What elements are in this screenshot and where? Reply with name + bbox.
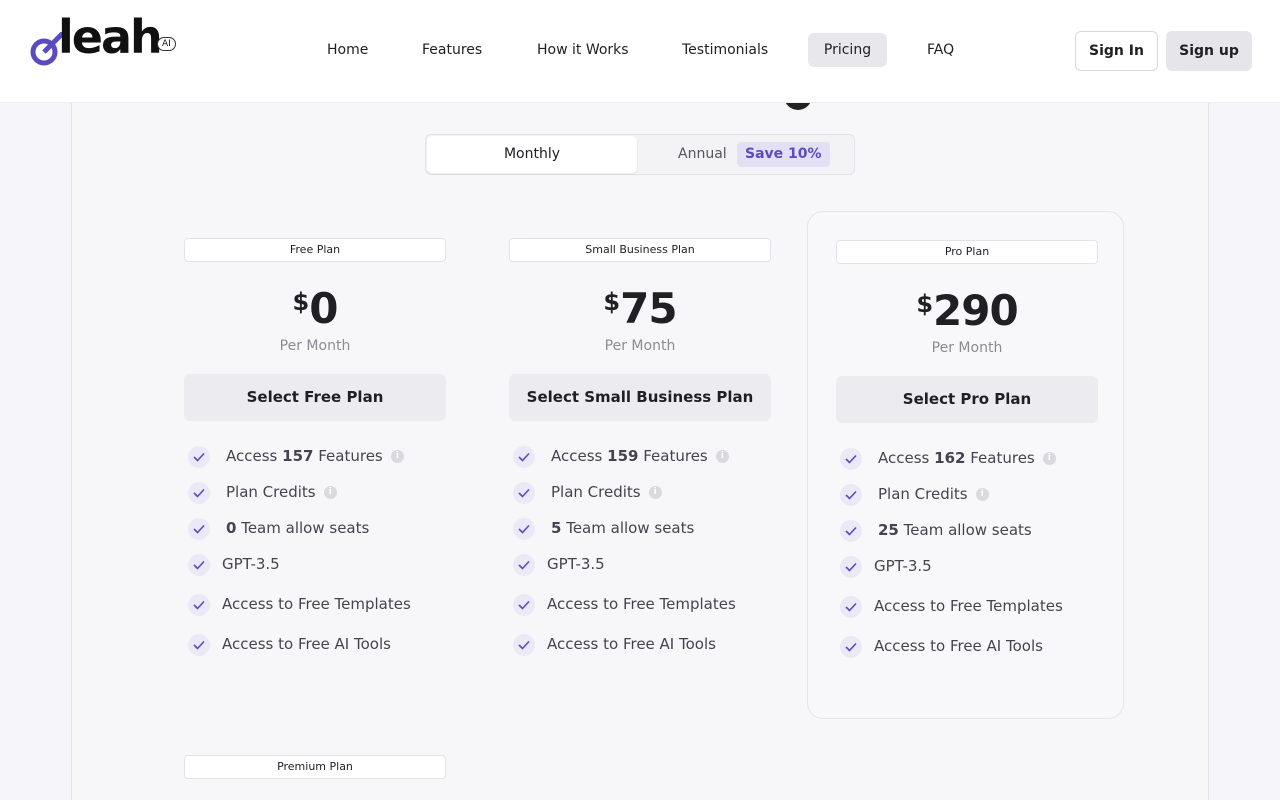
plan-price: $290 — [836, 286, 1098, 335]
nav-how-it-works[interactable]: How it Works — [522, 33, 644, 67]
feature-text: Features — [643, 447, 708, 465]
feature-text: GPT-3.5 — [547, 555, 605, 573]
check-icon — [840, 448, 862, 470]
price-amount: 0 — [309, 284, 338, 333]
price-currency: $ — [916, 290, 934, 318]
feature-text: Team allow seats — [241, 519, 370, 537]
plan-card-small-business: Small Business Plan $75 Per Month Select… — [509, 238, 771, 668]
logo-text: leah — [58, 10, 163, 64]
plan-tag: Small Business Plan — [509, 238, 771, 262]
feature-text: Team allow seats — [903, 521, 1032, 539]
feature-count: 157 — [282, 447, 314, 465]
check-icon — [188, 446, 210, 468]
select-free-plan-button[interactable]: Select Free Plan — [184, 374, 446, 421]
check-icon — [513, 482, 535, 504]
check-icon — [513, 594, 535, 616]
info-icon[interactable]: i — [975, 488, 989, 501]
feature-text: Access to Free AI Tools — [547, 635, 716, 653]
feature-text: Team allow seats — [566, 519, 695, 537]
feature-text: Access to Free AI Tools — [222, 635, 391, 653]
plan-price: $75 — [509, 284, 771, 333]
feature-text: Access to Free AI Tools — [874, 637, 1043, 655]
check-icon — [840, 636, 862, 658]
site-header: leah AI Home Features How it Works Testi… — [0, 0, 1280, 102]
sign-up-button[interactable]: Sign up — [1166, 31, 1252, 71]
feature-text: Access to Free Templates — [547, 595, 736, 613]
sign-in-button[interactable]: Sign In — [1075, 31, 1158, 71]
plan-card-pro-content: Pro Plan $290 Per Month Select Pro Plan … — [836, 240, 1098, 670]
select-small-business-plan-button[interactable]: Select Small Business Plan — [509, 374, 771, 421]
plan-tag: Premium Plan — [184, 755, 446, 779]
toggle-annual[interactable]: Annual — [678, 135, 727, 174]
check-icon — [188, 594, 210, 616]
price-period: Per Month — [279, 338, 351, 354]
plan-price: $0 — [184, 284, 446, 333]
nav-features[interactable]: Features — [407, 33, 497, 67]
nav-pricing[interactable]: Pricing — [808, 33, 887, 67]
info-icon[interactable]: i — [715, 450, 729, 463]
info-icon[interactable]: i — [390, 450, 404, 463]
check-icon — [188, 554, 210, 576]
plan-card-pro: Pro Plan $290 Per Month Select Pro Plan … — [807, 211, 1124, 719]
logo-ai-badge: AI — [157, 37, 176, 51]
feature-text: Features — [318, 447, 383, 465]
check-icon — [840, 596, 862, 618]
plan-card-free: Free Plan $0 Per Month Select Free Plan … — [184, 238, 446, 668]
nav-home[interactable]: Home — [312, 33, 383, 67]
feature-count: 25 — [878, 521, 899, 539]
price-currency: $ — [292, 288, 310, 316]
feature-text: GPT-3.5 — [874, 557, 932, 575]
billing-toggle: Monthly Annual Save 10% — [425, 134, 855, 175]
feature-text: Plan Credits — [551, 483, 641, 501]
feature-count: 5 — [551, 519, 562, 537]
feature-text: Access — [878, 449, 930, 467]
feature-text: Access to Free Templates — [874, 597, 1063, 615]
feature-count: 0 — [226, 519, 237, 537]
info-icon[interactable]: i — [323, 486, 337, 499]
price-period: Per Month — [931, 340, 1003, 356]
plan-tag: Pro Plan — [836, 240, 1098, 264]
feature-text: GPT-3.5 — [222, 555, 280, 573]
price-currency: $ — [603, 288, 621, 316]
price-amount: 290 — [933, 286, 1019, 335]
price-period: Per Month — [604, 338, 676, 354]
check-icon — [188, 634, 210, 656]
check-icon — [513, 518, 535, 540]
check-icon — [513, 554, 535, 576]
brand-logo[interactable]: leah AI — [30, 14, 190, 70]
feature-text: Plan Credits — [878, 485, 968, 503]
check-icon — [188, 482, 210, 504]
info-icon[interactable]: i — [648, 486, 662, 499]
feature-count: 162 — [934, 449, 966, 467]
feature-count: 159 — [607, 447, 639, 465]
nav-testimonials[interactable]: Testimonials — [667, 33, 783, 67]
price-amount: 75 — [620, 284, 677, 333]
check-icon — [188, 518, 210, 540]
feature-text: Access — [551, 447, 603, 465]
check-icon — [840, 520, 862, 542]
save-badge: Save 10% — [737, 142, 830, 167]
feature-text: Features — [970, 449, 1035, 467]
check-icon — [513, 634, 535, 656]
check-icon — [513, 446, 535, 468]
feature-text: Plan Credits — [226, 483, 316, 501]
info-icon[interactable]: i — [1042, 452, 1056, 465]
check-icon — [840, 556, 862, 578]
select-pro-plan-button[interactable]: Select Pro Plan — [836, 376, 1098, 423]
check-icon — [840, 484, 862, 506]
nav-faq[interactable]: FAQ — [912, 33, 969, 67]
plan-card-premium: Premium Plan — [184, 755, 446, 795]
feature-text: Access to Free Templates — [222, 595, 411, 613]
toggle-monthly[interactable]: Monthly — [427, 136, 637, 173]
feature-text: Access — [226, 447, 278, 465]
plan-tag: Free Plan — [184, 238, 446, 262]
